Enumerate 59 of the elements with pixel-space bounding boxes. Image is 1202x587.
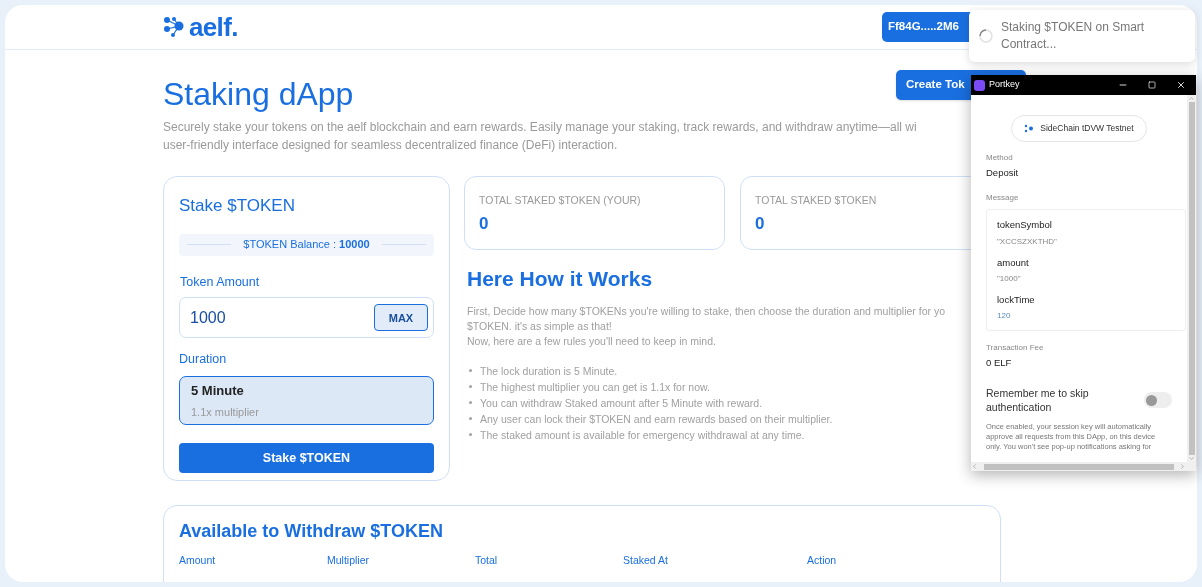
logo-dots-icon <box>163 16 185 38</box>
column-header: Staked At <box>623 553 669 568</box>
maximize-icon[interactable] <box>1148 81 1156 89</box>
balance-text: $TOKEN Balance : 10000 <box>243 237 370 253</box>
page-description-line: Securely stake your tokens on the aelf blockchain and earn rewards. Easily manage your staking, track rewards, and withdraw anytime—all wi <box>163 119 917 136</box>
remember-toggle[interactable] <box>1144 392 1172 409</box>
stat-label: TOTAL STAKED $TOKEN <box>755 193 878 208</box>
param-name: lockTime <box>997 292 1036 307</box>
column-header: Action <box>807 553 838 568</box>
bullet-icon <box>469 417 472 420</box>
rule-text: Any user can lock their $TOKEN and earn rewards based on their multiplier. <box>480 411 833 427</box>
close-icon[interactable] <box>1176 80 1186 90</box>
scroll-down-icon[interactable] <box>1188 455 1195 462</box>
withdraw-card-title: Available to Withdraw $TOKEN <box>179 520 444 543</box>
toast-message: Staking $TOKEN on Smart Contract... <box>1001 19 1146 53</box>
loading-spinner-icon <box>979 29 993 43</box>
duration-option[interactable]: 5 Minute 1.1x multiplier <box>179 376 434 425</box>
bullet-icon <box>469 369 472 372</box>
stake-button[interactable]: Stake $TOKEN <box>179 443 434 473</box>
fee-label: Transaction Fee <box>986 342 1045 354</box>
column-header: Amount <box>179 553 217 568</box>
page-title: Staking dApp <box>163 75 354 114</box>
param-value: "1000" <box>997 272 1022 285</box>
stake-card-title: Stake $TOKEN <box>179 195 296 217</box>
bullet-icon <box>469 401 472 404</box>
method-label: Method <box>986 152 1014 164</box>
logo-wordmark: aelf. <box>189 14 238 40</box>
duration-label: Duration <box>179 351 228 369</box>
param-value: "XCCSZXKTHD" <box>997 235 1058 248</box>
param-name: tokenSymbol <box>997 218 1053 233</box>
bullet-icon <box>469 433 472 436</box>
rule-text: You can withdraw Staked amount after 5 Minute with reward. <box>480 395 763 411</box>
remember-label: Remember me to skip authentication <box>986 386 1090 415</box>
token-amount-label: Token Amount <box>180 273 261 291</box>
rule-text: The lock duration is 5 Minute. <box>480 363 618 379</box>
fee-value: 0 ELF <box>986 356 1013 370</box>
max-button[interactable]: MAX <box>374 304 428 332</box>
message-label: Message <box>986 192 1020 205</box>
token-amount-field[interactable]: 1000 MAX <box>179 297 434 339</box>
rule-text: The highest multiplier you can get is 1.1x for now. <box>480 379 710 395</box>
param-value: 120 <box>997 310 1012 322</box>
column-header: Multiplier <box>327 553 370 568</box>
scroll-left-icon[interactable] <box>971 463 978 470</box>
stat-value: 0 <box>479 212 490 235</box>
token-amount-value: 1000 <box>190 307 226 328</box>
method-value: Deposit <box>986 166 1020 180</box>
bullet-icon <box>469 385 472 388</box>
window-title: Portkey <box>989 78 1021 92</box>
column-header: Total <box>475 553 499 568</box>
intro-text: $TOKEN. it's as simple as that! <box>467 318 613 334</box>
portkey-app-icon <box>974 79 985 91</box>
network-icon <box>1024 124 1035 133</box>
scroll-up-icon[interactable] <box>1188 95 1195 102</box>
rule-text: The staked amount is available for emergency withdrawal at any time. <box>480 427 805 443</box>
param-name: amount <box>997 255 1030 270</box>
stat-label: TOTAL STAKED $TOKEN (YOUR) <box>479 193 642 208</box>
scroll-right-icon[interactable] <box>1179 463 1186 470</box>
stat-value: 0 <box>755 212 766 235</box>
page-description-line: user-friendly interface designed for seamless decentralized finance (DeFi) interaction. <box>163 137 618 154</box>
